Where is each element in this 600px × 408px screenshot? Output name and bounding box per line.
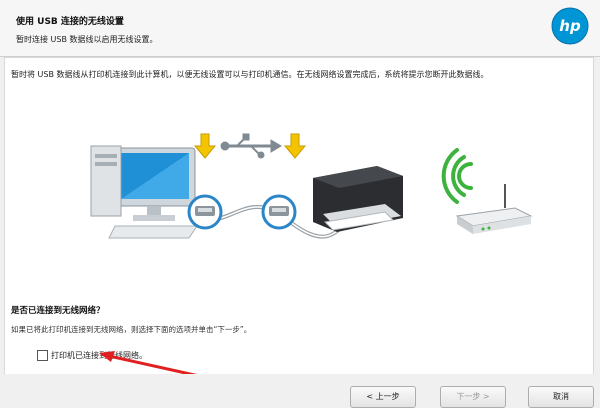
usb-symbol-icon: [220, 133, 282, 159]
wizard-header: 使用 USB 连接的无线设置 暂时连接 USB 数据线以启用无线设置。 hp: [0, 0, 600, 57]
usb-plug-computer-icon: [187, 194, 223, 230]
hp-logo-icon: hp: [551, 7, 589, 45]
svg-text:hp: hp: [559, 17, 581, 35]
back-button[interactable]: < 上一步: [350, 386, 416, 408]
checkbox-box[interactable]: [37, 349, 48, 361]
cancel-button[interactable]: 取消: [528, 386, 594, 408]
usb-setup-illustration: [90, 133, 533, 239]
computer-icon: [90, 145, 198, 239]
page-title: 使用 USB 连接的无线设置: [16, 17, 124, 27]
wizard-footer: < 上一步 下一步 > 取消: [0, 374, 600, 408]
usb-plug-printer-icon: [261, 194, 297, 230]
page-subtitle: 暂时连接 USB 数据线以启用无线设置。: [16, 35, 158, 44]
next-button[interactable]: 下一步 >: [440, 386, 506, 408]
network-question: 是否已连接到无线网络？: [11, 306, 105, 316]
wifi-signal-icon: [441, 148, 473, 204]
printer-icon: [313, 166, 403, 232]
wizard-content: 暂时将 USB 数据线从打印机连接到此计算机，以便无线设置可以与打印机通信。在无…: [4, 57, 594, 378]
wireless-router-icon: [455, 184, 533, 234]
instruction-text: 暂时将 USB 数据线从打印机连接到此计算机，以便无线设置可以与打印机通信。在无…: [11, 70, 489, 79]
network-question-hint: 如果已将此打印机连接到无线网络，则选择下面的选项并单击“下一步”。: [11, 325, 252, 334]
